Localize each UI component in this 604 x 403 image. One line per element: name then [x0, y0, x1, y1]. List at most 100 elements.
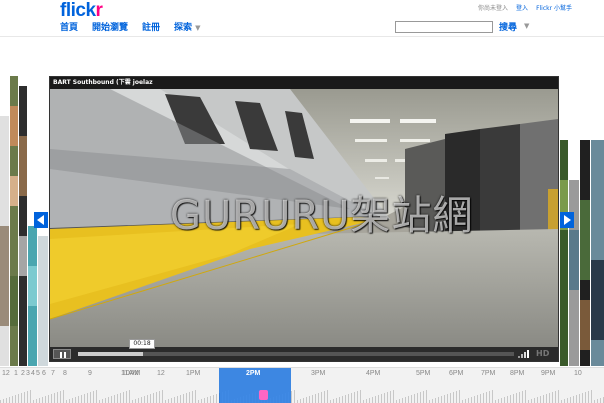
nav-signup[interactable]: 註冊 — [142, 20, 160, 33]
next-button[interactable] — [560, 212, 574, 228]
timeline-tick — [357, 391, 358, 403]
timeline-tick — [441, 396, 442, 403]
timeline-tick — [375, 396, 376, 403]
timeline-tick — [498, 399, 499, 403]
video-controls: 00:18 HD — [50, 339, 558, 361]
pause-button[interactable] — [53, 349, 71, 359]
nav-browse[interactable]: 開始瀏覽 — [92, 20, 128, 33]
timeline-tick — [204, 398, 205, 403]
timeline-tick — [45, 396, 46, 403]
timeline-tick — [519, 392, 520, 403]
timeline-tick — [444, 395, 445, 403]
timeline-tick — [522, 391, 523, 403]
timeline-tick — [60, 391, 61, 403]
previous-button[interactable] — [34, 212, 48, 228]
timeline-tick — [474, 396, 475, 403]
chevron-down-icon[interactable]: ▼ — [524, 22, 529, 30]
timeline-tick — [600, 398, 601, 403]
timeline-tick — [324, 391, 325, 403]
timeline-tick — [567, 398, 568, 403]
timeline-tick — [144, 396, 145, 403]
video-frame[interactable]: GURURU架站網 — [50, 89, 558, 347]
timeline-position-marker[interactable] — [259, 390, 268, 400]
timeline-tick — [81, 395, 82, 403]
timeline-tick — [9, 397, 10, 403]
login-link[interactable]: 登入 — [516, 3, 528, 12]
timeline-label: 2 — [21, 370, 25, 377]
timeline-tick — [156, 392, 157, 403]
timeline-tick — [369, 398, 370, 403]
timeline-tick — [189, 392, 190, 403]
timeline-tick — [435, 398, 436, 403]
timeline-tick — [366, 399, 367, 403]
timeline[interactable]: 12 1 2 3 4 5 6 7 8 9 10AM 11AM 12 1PM 3PM 4PM 5PM 6PM 7PM 8… — [0, 367, 604, 403]
timeline-tick — [48, 395, 49, 403]
timeline-tick — [72, 398, 73, 403]
timeline-tick — [36, 399, 37, 403]
volume-icon[interactable] — [518, 350, 530, 358]
timeline-tick — [339, 397, 340, 403]
timeline-tick — [414, 394, 415, 403]
timeline-tick — [468, 398, 469, 403]
nav-explore-label: 探索 — [174, 23, 193, 33]
timeline-tick — [564, 399, 565, 403]
timeline-tick — [126, 391, 127, 403]
video-player[interactable]: BART Southbound (下雲 joelaz GURURU架站網 00:… — [49, 76, 559, 362]
timeline-tick — [291, 391, 292, 403]
timeline-label: 9 — [88, 370, 92, 377]
timeline-tick — [96, 390, 97, 403]
timeline-tick — [555, 391, 556, 403]
progress-bar[interactable]: 00:18 — [78, 339, 514, 356]
timeline-tick — [390, 391, 391, 403]
timeline-tick — [93, 391, 94, 403]
timeline-tick — [456, 391, 457, 403]
timeline-tick — [420, 392, 421, 403]
timeline-label: 1 — [14, 370, 18, 377]
timeline-tick — [585, 392, 586, 403]
timeline-tick — [573, 396, 574, 403]
timeline-tick — [582, 393, 583, 403]
timeline-tick — [453, 392, 454, 403]
search-button[interactable]: 搜尋 — [499, 20, 517, 33]
timeline-tick — [471, 397, 472, 403]
timeline-tick — [489, 391, 490, 403]
timeline-label: 4 — [31, 370, 35, 377]
timeline-tick — [51, 394, 52, 403]
timeline-tick — [183, 394, 184, 403]
timeline-tick — [18, 394, 19, 403]
timeline-labels: 12 1 2 3 4 5 6 7 8 9 10AM 11AM 12 1PM 3PM 4PM 5PM 6PM 7PM 8… — [0, 370, 604, 382]
timeline-tick — [570, 397, 571, 403]
timeline-tick — [591, 390, 592, 403]
login-status: 你尚未登入 — [478, 5, 509, 12]
search-input[interactable] — [395, 21, 493, 33]
help-link[interactable]: Flickr 小幫手 — [536, 3, 572, 12]
timeline-tick — [399, 399, 400, 403]
watermark-text: GURURU架站網 — [170, 193, 474, 239]
nav-home[interactable]: 首頁 — [60, 20, 78, 33]
timeline-tick — [147, 395, 148, 403]
timeline-tick — [207, 397, 208, 403]
timeline-label: 10 — [574, 370, 582, 377]
progress-fill — [78, 352, 144, 356]
header: flickr 首頁 開始瀏覽 註冊 探索 ▼ 你尚未登入 登入 Flickr 小幫… — [0, 0, 604, 37]
timeline-tick — [75, 397, 76, 403]
nav-explore[interactable]: 探索 ▼ — [174, 20, 200, 33]
timeline-tick — [345, 395, 346, 403]
timeline-tick — [480, 394, 481, 403]
flickr-logo[interactable]: flickr — [60, 0, 103, 22]
timeline-tick — [90, 392, 91, 403]
timeline-tick — [141, 397, 142, 403]
timeline-tick — [432, 399, 433, 403]
chevron-right-icon — [564, 215, 571, 225]
timeline-label: 5PM — [416, 370, 431, 377]
timeline-tick — [354, 392, 355, 403]
timeline-label: 6 — [42, 370, 46, 377]
timeline-tick — [216, 394, 217, 403]
hd-toggle[interactable]: HD — [536, 349, 549, 358]
timeline-tick — [294, 390, 295, 403]
timeline-tick — [150, 394, 151, 403]
timeline-tick — [24, 392, 25, 403]
timeline-tick — [195, 390, 196, 403]
timeline-tick — [504, 397, 505, 403]
timeline-tick — [378, 395, 379, 403]
